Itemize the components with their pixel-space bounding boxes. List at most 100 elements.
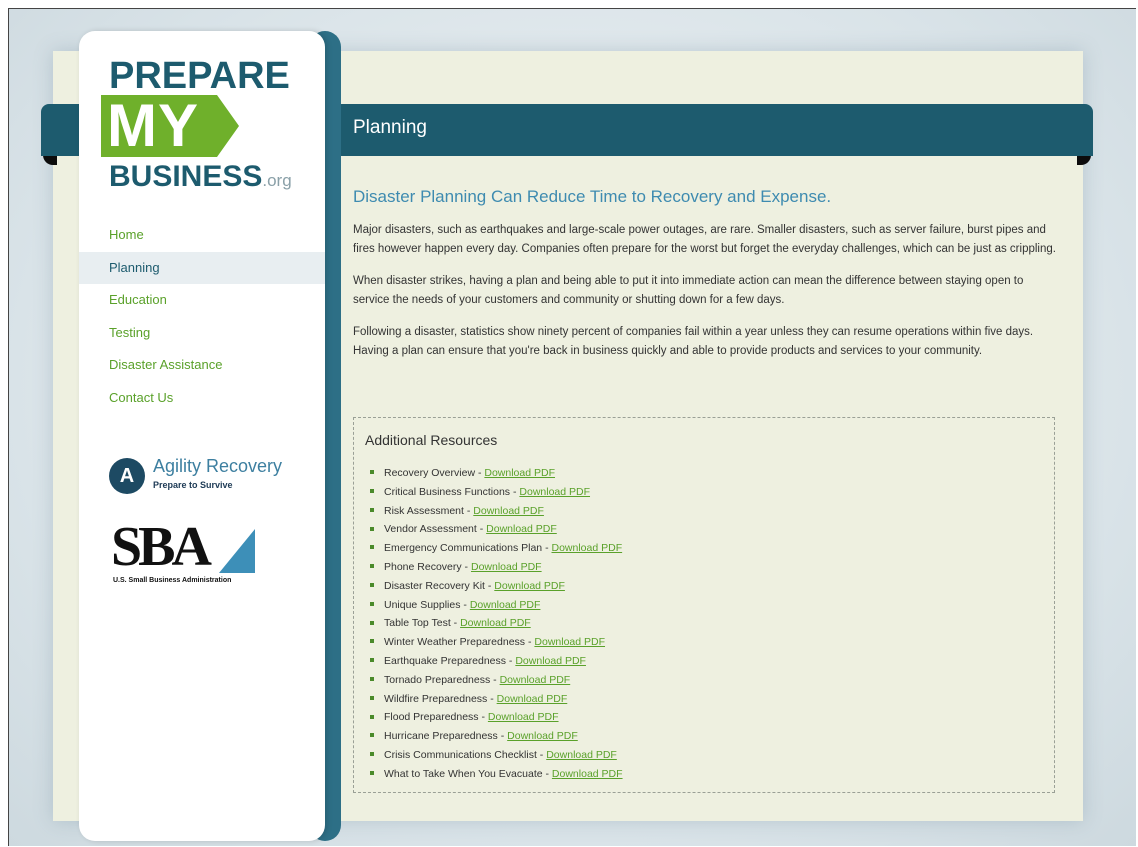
sidebar-item-testing[interactable]: Testing <box>79 317 325 350</box>
header-band-fold-right <box>1077 155 1091 165</box>
resource-item: What to Take When You Evacuate - Downloa… <box>370 765 623 784</box>
resource-item: Recovery Overview - Download PDF <box>370 464 623 483</box>
resource-separator: - <box>542 767 552 780</box>
resource-name: Phone Recovery <box>384 560 462 573</box>
resource-name: Risk Assessment <box>384 504 464 517</box>
bullet-icon <box>370 752 374 757</box>
sba-subtitle: U.S. Small Business Administration <box>113 577 232 584</box>
download-pdf-link[interactable]: Download PDF <box>473 505 544 517</box>
resource-separator: - <box>510 485 520 498</box>
resource-name: Crisis Communications Checklist <box>384 748 537 761</box>
resource-separator: - <box>542 542 552 555</box>
download-pdf-link[interactable]: Download PDF <box>484 467 555 479</box>
sidebar-item-education[interactable]: Education <box>79 284 325 317</box>
download-pdf-link[interactable]: Download PDF <box>497 693 568 705</box>
logo-business-text: BUSINESS.org <box>109 160 292 194</box>
resource-name: Recovery Overview <box>384 467 476 479</box>
resources-list: Recovery Overview - Download PDF Critical… <box>370 464 623 784</box>
resource-separator: - <box>475 467 485 479</box>
resource-separator: - <box>463 504 474 517</box>
resource-item: Unique Supplies - Download PDF <box>370 596 623 615</box>
download-pdf-link[interactable]: Download PDF <box>519 486 590 498</box>
bullet-icon <box>370 507 374 512</box>
resource-item: Wildfire Preparedness - Download PDF <box>370 690 623 709</box>
download-pdf-link[interactable]: Download PDF <box>546 749 617 761</box>
download-pdf-link[interactable]: Download PDF <box>486 523 557 535</box>
logo-business-word: BUSINESS <box>109 160 263 193</box>
resource-name: Wildfire Preparedness <box>384 692 488 705</box>
resource-item: Flood Preparedness - Download PDF <box>370 708 623 727</box>
resource-separator: - <box>497 730 508 743</box>
resource-name: Earthquake Preparedness <box>384 654 506 667</box>
agility-a-icon: A <box>109 458 145 494</box>
resource-name: Table Top Test <box>384 617 451 630</box>
sidebar-nav: Home Planning Education Testing Disaster Ass… <box>79 219 325 414</box>
main-content: Disaster Planning Can Reduce Time to Rec… <box>353 187 1063 374</box>
page-title: Planning <box>353 117 427 138</box>
bullet-icon <box>370 545 374 550</box>
bullet-icon <box>370 564 374 569</box>
resource-item: Disaster Recovery Kit - Download PDF <box>370 577 623 596</box>
resource-name: Unique Supplies <box>384 598 461 611</box>
resource-item: Earthquake Preparedness - Download PDF <box>370 652 623 671</box>
resource-item: Winter Weather Preparedness - Download P… <box>370 633 623 652</box>
download-pdf-link[interactable]: Download PDF <box>470 599 541 611</box>
download-pdf-link[interactable]: Download PDF <box>494 580 565 592</box>
bullet-icon <box>370 695 374 700</box>
bullet-icon <box>370 676 374 681</box>
bullet-icon <box>370 770 374 775</box>
download-pdf-link[interactable]: Download PDF <box>471 561 542 573</box>
resource-separator: - <box>506 654 516 667</box>
sidebar-item-home[interactable]: Home <box>79 219 325 252</box>
download-pdf-link[interactable]: Download PDF <box>515 655 586 667</box>
resource-separator: - <box>487 692 497 705</box>
resource-item: Crisis Communications Checklist - Downlo… <box>370 746 623 765</box>
agility-recovery-logo[interactable]: A Agility Recovery Prepare to Survive <box>109 456 309 506</box>
download-pdf-link[interactable]: Download PDF <box>552 768 623 780</box>
download-pdf-link[interactable]: Download PDF <box>460 617 531 629</box>
paragraph-3: Following a disaster, statistics show ni… <box>353 326 1034 357</box>
bullet-icon <box>370 489 374 494</box>
sba-logo[interactable]: SBA U.S. Small Business Administration <box>111 516 261 591</box>
sidebar-item-contact-us[interactable]: Contact Us <box>79 382 325 415</box>
download-pdf-link[interactable]: Download PDF <box>500 674 571 686</box>
resource-separator: - <box>478 711 488 724</box>
resource-item: Hurricane Preparedness - Download PDF <box>370 727 623 746</box>
resource-name: Flood Preparedness <box>384 711 479 724</box>
download-pdf-link[interactable]: Download PDF <box>552 542 623 554</box>
resource-name: Emergency Communications Plan <box>384 542 543 555</box>
resource-name: Hurricane Preparedness <box>384 730 498 743</box>
agility-name: Agility Recovery <box>153 456 283 476</box>
download-pdf-link[interactable]: Download PDF <box>488 711 559 723</box>
bullet-icon <box>370 583 374 587</box>
resource-name: Disaster Recovery Kit <box>384 579 485 592</box>
resource-name: Vendor Assessment <box>384 523 477 536</box>
header-band-fold-left <box>43 155 57 165</box>
bullet-icon <box>370 639 374 644</box>
download-pdf-link[interactable]: Download PDF <box>534 636 605 648</box>
resource-item: Phone Recovery - Download PDF <box>370 558 623 577</box>
resource-separator: - <box>461 560 471 573</box>
resource-item: Table Top Test - Download PDF <box>370 614 623 633</box>
resource-separator: - <box>536 748 547 761</box>
bullet-icon <box>370 658 374 663</box>
resource-separator: - <box>525 636 535 649</box>
resource-name: Critical Business Functions <box>384 485 511 498</box>
agility-tagline: Prepare to Survive <box>153 480 233 490</box>
resource-name: Winter Weather Preparedness <box>384 636 526 649</box>
download-pdf-link[interactable]: Download PDF <box>507 730 578 742</box>
sidebar-item-disaster-assistance[interactable]: Disaster Assistance <box>79 349 325 382</box>
resource-separator: - <box>450 617 461 630</box>
sba-letters: SBA <box>111 516 212 578</box>
sba-swoosh-icon <box>219 529 255 573</box>
site-logo[interactable]: PREPARE MY BUSINESS.org <box>101 55 309 205</box>
sidebar: PREPARE MY BUSINESS.org Home Planning Educ… <box>79 31 325 841</box>
resource-item: Tornado Preparedness - Download PDF <box>370 671 623 690</box>
sidebar-item-planning[interactable]: Planning <box>79 251 325 284</box>
bullet-icon <box>370 526 374 531</box>
paragraph-1: Major disasters, such as earthquakes and… <box>353 224 1056 255</box>
paragraph-2: When disaster strikes, having a plan and… <box>353 275 1024 306</box>
logo-my-arrow: MY <box>101 95 241 157</box>
bullet-icon <box>370 733 374 738</box>
resource-item: Critical Business Functions - Download P… <box>370 483 623 502</box>
